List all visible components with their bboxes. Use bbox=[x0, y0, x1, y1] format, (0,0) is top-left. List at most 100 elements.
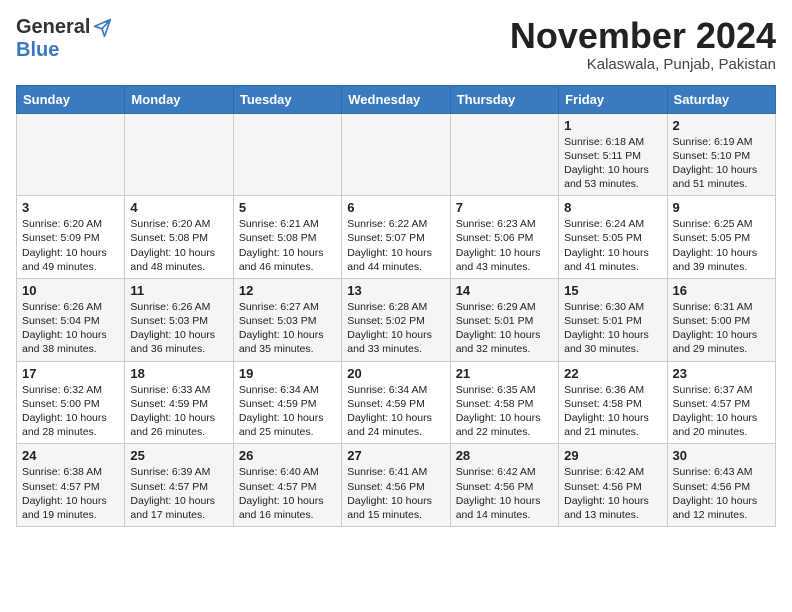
calendar-cell: 20Sunrise: 6:34 AMSunset: 4:59 PMDayligh… bbox=[342, 361, 450, 444]
day-info: Daylight: 10 hours and 20 minutes. bbox=[673, 411, 770, 439]
day-info: Daylight: 10 hours and 43 minutes. bbox=[456, 246, 553, 274]
calendar-cell: 10Sunrise: 6:26 AMSunset: 5:04 PMDayligh… bbox=[17, 278, 125, 361]
day-number: 19 bbox=[239, 366, 336, 381]
day-info: Daylight: 10 hours and 28 minutes. bbox=[22, 411, 119, 439]
day-number: 1 bbox=[564, 118, 661, 133]
calendar-cell: 15Sunrise: 6:30 AMSunset: 5:01 PMDayligh… bbox=[559, 278, 667, 361]
day-info: Sunset: 5:08 PM bbox=[239, 231, 336, 245]
day-info: Sunset: 4:56 PM bbox=[564, 480, 661, 494]
day-info: Sunrise: 6:22 AM bbox=[347, 217, 444, 231]
day-info: Sunset: 5:05 PM bbox=[564, 231, 661, 245]
day-header-friday: Friday bbox=[559, 85, 667, 113]
day-info: Daylight: 10 hours and 22 minutes. bbox=[456, 411, 553, 439]
calendar-cell: 23Sunrise: 6:37 AMSunset: 4:57 PMDayligh… bbox=[667, 361, 775, 444]
day-info: Sunset: 4:58 PM bbox=[456, 397, 553, 411]
calendar-cell: 18Sunrise: 6:33 AMSunset: 4:59 PMDayligh… bbox=[125, 361, 233, 444]
day-info: Daylight: 10 hours and 16 minutes. bbox=[239, 494, 336, 522]
day-info: Sunrise: 6:25 AM bbox=[673, 217, 770, 231]
day-number: 15 bbox=[564, 283, 661, 298]
calendar-cell: 11Sunrise: 6:26 AMSunset: 5:03 PMDayligh… bbox=[125, 278, 233, 361]
day-info: Sunset: 4:57 PM bbox=[673, 397, 770, 411]
day-info: Daylight: 10 hours and 26 minutes. bbox=[130, 411, 227, 439]
logo-general-text: General bbox=[16, 16, 90, 39]
day-info: Sunset: 4:58 PM bbox=[564, 397, 661, 411]
calendar-cell: 16Sunrise: 6:31 AMSunset: 5:00 PMDayligh… bbox=[667, 278, 775, 361]
calendar-week-row: 10Sunrise: 6:26 AMSunset: 5:04 PMDayligh… bbox=[17, 278, 776, 361]
day-info: Sunset: 4:59 PM bbox=[239, 397, 336, 411]
day-info: Sunrise: 6:41 AM bbox=[347, 465, 444, 479]
day-info: Sunset: 5:09 PM bbox=[22, 231, 119, 245]
day-number: 26 bbox=[239, 448, 336, 463]
day-info: Daylight: 10 hours and 14 minutes. bbox=[456, 494, 553, 522]
calendar-cell: 3Sunrise: 6:20 AMSunset: 5:09 PMDaylight… bbox=[17, 196, 125, 279]
calendar-cell: 2Sunrise: 6:19 AMSunset: 5:10 PMDaylight… bbox=[667, 113, 775, 196]
day-info: Sunset: 5:03 PM bbox=[239, 314, 336, 328]
calendar-week-row: 3Sunrise: 6:20 AMSunset: 5:09 PMDaylight… bbox=[17, 196, 776, 279]
logo-blue-text: Blue bbox=[16, 39, 59, 61]
day-info: Sunrise: 6:36 AM bbox=[564, 383, 661, 397]
day-info: Daylight: 10 hours and 30 minutes. bbox=[564, 328, 661, 356]
day-info: Sunset: 5:01 PM bbox=[456, 314, 553, 328]
day-number: 23 bbox=[673, 366, 770, 381]
day-info: Sunrise: 6:26 AM bbox=[22, 300, 119, 314]
calendar-cell: 5Sunrise: 6:21 AMSunset: 5:08 PMDaylight… bbox=[233, 196, 341, 279]
day-info: Daylight: 10 hours and 53 minutes. bbox=[564, 163, 661, 191]
day-info: Daylight: 10 hours and 32 minutes. bbox=[456, 328, 553, 356]
calendar-cell: 28 Sunrise: 6:42 AMSunset: 4:56 PMDayligh… bbox=[450, 444, 558, 527]
day-info: Sunrise: 6:18 AM bbox=[564, 135, 661, 149]
day-number: 30 bbox=[673, 448, 770, 463]
day-info: Daylight: 10 hours and 21 minutes. bbox=[564, 411, 661, 439]
day-info: Sunset: 4:56 PM bbox=[673, 480, 770, 494]
day-number: 17 bbox=[22, 366, 119, 381]
calendar-cell: 27Sunrise: 6:41 AMSunset: 4:56 PMDayligh… bbox=[342, 444, 450, 527]
day-number: 18 bbox=[130, 366, 227, 381]
day-info: Sunset: 5:01 PM bbox=[564, 314, 661, 328]
calendar-cell bbox=[342, 113, 450, 196]
calendar-cell: 14Sunrise: 6:29 AMSunset: 5:01 PMDayligh… bbox=[450, 278, 558, 361]
day-info: Sunset: 4:57 PM bbox=[130, 480, 227, 494]
day-info: Daylight: 10 hours and 41 minutes. bbox=[564, 246, 661, 274]
day-info: Sunrise: 6:28 AM bbox=[347, 300, 444, 314]
day-info: Daylight: 10 hours and 24 minutes. bbox=[347, 411, 444, 439]
day-info: Sunrise: 6:42 AM bbox=[456, 465, 553, 479]
calendar-cell: 12 Sunrise: 6:27 AMSunset: 5:03 PMDayligh… bbox=[233, 278, 341, 361]
day-number: 21 bbox=[456, 366, 553, 381]
day-info: Daylight: 10 hours and 13 minutes. bbox=[564, 494, 661, 522]
day-info: Sunset: 5:03 PM bbox=[130, 314, 227, 328]
calendar-cell: 8Sunrise: 6:24 AMSunset: 5:05 PMDaylight… bbox=[559, 196, 667, 279]
day-info: Sunrise: 6:20 AM bbox=[130, 217, 227, 231]
day-number: 3 bbox=[22, 200, 119, 215]
day-info: Sunrise: 6:42 AM bbox=[564, 465, 661, 479]
day-info: Daylight: 10 hours and 35 minutes. bbox=[239, 328, 336, 356]
day-info: Sunrise: 6:29 AM bbox=[456, 300, 553, 314]
day-number: 8 bbox=[564, 200, 661, 215]
day-info: Sunrise: 6:20 AM bbox=[22, 217, 119, 231]
day-info: Sunset: 5:05 PM bbox=[673, 231, 770, 245]
calendar-cell: 9Sunrise: 6:25 AMSunset: 5:05 PMDaylight… bbox=[667, 196, 775, 279]
day-info: Daylight: 10 hours and 33 minutes. bbox=[347, 328, 444, 356]
day-number: 29 bbox=[564, 448, 661, 463]
calendar-week-row: 1Sunrise: 6:18 AMSunset: 5:11 PMDaylight… bbox=[17, 113, 776, 196]
day-info: Sunrise: 6:32 AM bbox=[22, 383, 119, 397]
day-info: Sunrise: 6:23 AM bbox=[456, 217, 553, 231]
day-header-sunday: Sunday bbox=[17, 85, 125, 113]
day-number: 12 bbox=[239, 283, 336, 298]
logo-bird-icon bbox=[92, 18, 112, 38]
calendar-cell bbox=[17, 113, 125, 196]
day-number: 2 bbox=[673, 118, 770, 133]
day-info: Sunrise: 6:43 AM bbox=[673, 465, 770, 479]
day-number: 22 bbox=[564, 366, 661, 381]
day-number: 28 bbox=[456, 448, 553, 463]
day-info: Sunrise: 6:27 AM bbox=[239, 300, 336, 314]
logo: General Blue bbox=[16, 16, 112, 62]
calendar-cell: 26Sunrise: 6:40 AMSunset: 4:57 PMDayligh… bbox=[233, 444, 341, 527]
day-number: 13 bbox=[347, 283, 444, 298]
calendar-cell: 29 Sunrise: 6:42 AMSunset: 4:56 PMDayligh… bbox=[559, 444, 667, 527]
day-info: Sunrise: 6:31 AM bbox=[673, 300, 770, 314]
day-info: Sunset: 5:10 PM bbox=[673, 149, 770, 163]
day-info: Sunset: 4:56 PM bbox=[456, 480, 553, 494]
day-info: Daylight: 10 hours and 36 minutes. bbox=[130, 328, 227, 356]
calendar-cell: 30Sunrise: 6:43 AMSunset: 4:56 PMDayligh… bbox=[667, 444, 775, 527]
day-header-tuesday: Tuesday bbox=[233, 85, 341, 113]
day-info: Daylight: 10 hours and 19 minutes. bbox=[22, 494, 119, 522]
